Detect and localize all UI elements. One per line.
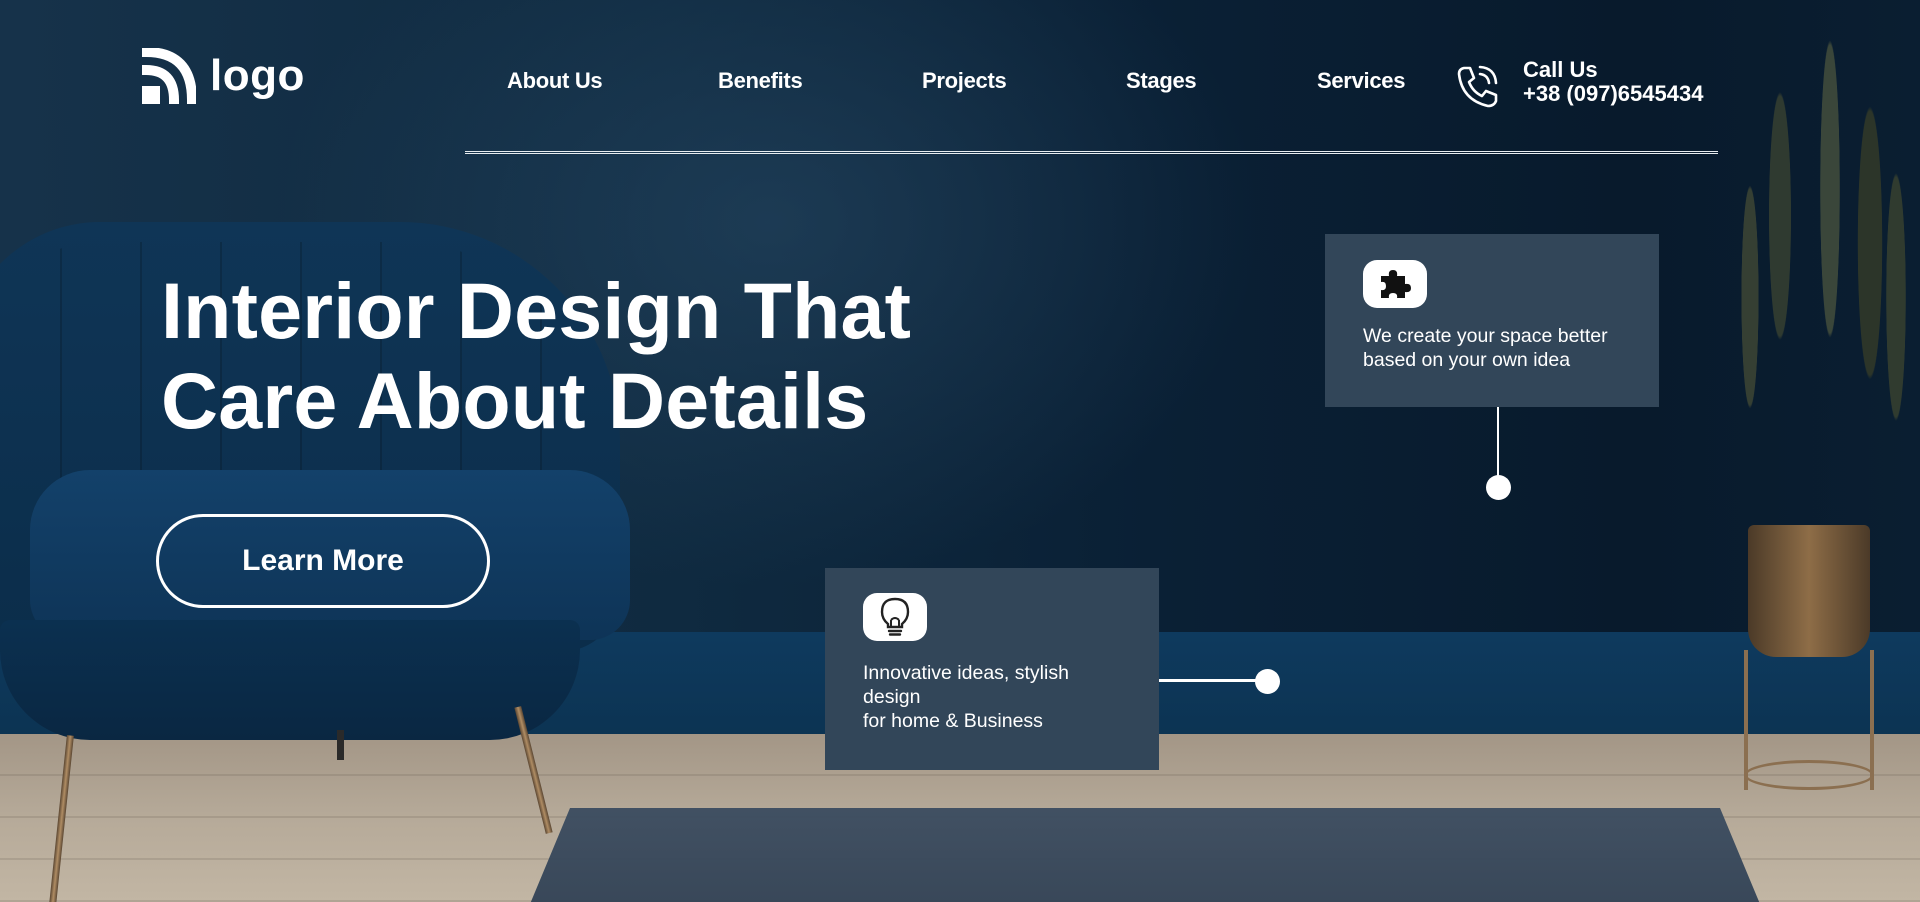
nav-about-us[interactable]: About Us: [507, 68, 603, 94]
card-line: We create your space better: [1363, 325, 1608, 347]
call-us-label: Call Us: [1523, 57, 1598, 82]
nav-services[interactable]: Services: [1317, 68, 1405, 94]
hero-title-line2: Care About Details: [161, 356, 869, 445]
plant-stand-ring: [1744, 760, 1874, 790]
card-line: based on your own idea: [1363, 349, 1571, 371]
hero-title: Interior Design That Care About Details: [161, 266, 981, 446]
nav-stages[interactable]: Stages: [1126, 68, 1197, 94]
plant-leaves: [1720, 0, 1920, 540]
puzzle-icon-box: [1363, 260, 1427, 308]
learn-more-button[interactable]: Learn More: [156, 514, 490, 608]
connector-line: [1497, 407, 1499, 479]
connector-line: [1159, 679, 1259, 682]
armchair-base: [0, 620, 580, 740]
rug: [520, 808, 1770, 902]
lightbulb-icon: [880, 597, 910, 636]
logo-icon: [142, 48, 196, 104]
card-line: design: [863, 686, 921, 708]
card-line: Innovative ideas, stylish: [863, 662, 1069, 684]
hero-title-line1: Interior Design That: [161, 266, 912, 355]
puzzle-icon: [1381, 270, 1411, 298]
logo[interactable]: logo: [142, 48, 305, 104]
nav-benefits[interactable]: Benefits: [718, 68, 803, 94]
logo-text: logo: [210, 51, 305, 100]
card-description: We create your space better based on you…: [1363, 324, 1608, 372]
feature-card-innovative-ideas: Innovative ideas, stylish design for hom…: [825, 568, 1159, 770]
lightbulb-icon-box: [863, 593, 927, 641]
plant-pot: [1748, 525, 1870, 657]
header-divider: [465, 151, 1718, 154]
phone-number[interactable]: +38 (097)6545434: [1523, 81, 1703, 107]
card-description: Innovative ideas, stylish design for hom…: [863, 661, 1069, 733]
armchair-leg: [337, 730, 344, 760]
feature-card-custom-space: We create your space better based on you…: [1325, 234, 1659, 407]
nav-projects[interactable]: Projects: [922, 68, 1007, 94]
phone-icon[interactable]: [1456, 64, 1498, 108]
card-line: for home & Business: [863, 710, 1043, 732]
hotspot-dot[interactable]: [1486, 475, 1511, 500]
hotspot-dot[interactable]: [1255, 669, 1280, 694]
